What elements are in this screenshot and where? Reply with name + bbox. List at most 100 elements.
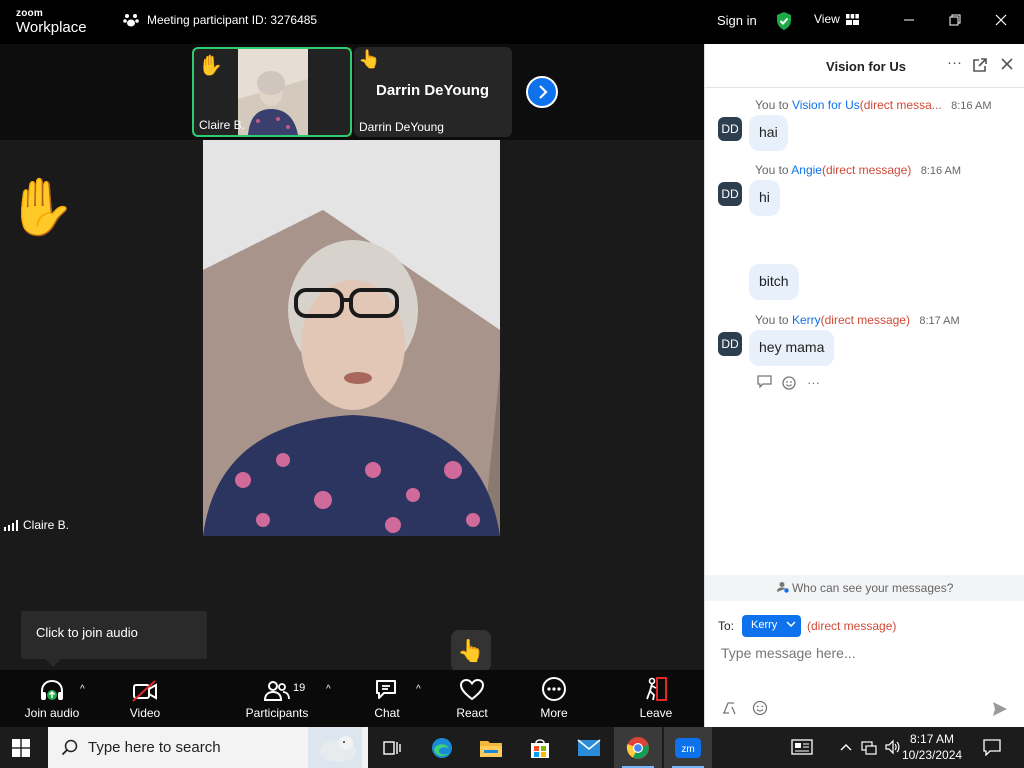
to-label: To: (718, 619, 735, 633)
message-input[interactable] (721, 645, 1001, 661)
search-placeholder: Type here to search (88, 739, 221, 756)
view-menu[interactable]: View (814, 12, 859, 26)
chevron-right-icon (539, 85, 548, 99)
windows-taskbar: Type here to search zm 8:17 AM 10/23/202… (0, 727, 1024, 768)
title-bar: zoom Workplace Meeting participant ID: 3… (0, 0, 1024, 44)
pop-out-icon[interactable] (972, 57, 988, 77)
join-audio-tooltip[interactable]: Click to join audio (21, 611, 207, 667)
logo-bottom: Workplace (16, 19, 87, 36)
participants-options-chevron-icon[interactable]: ^ (326, 684, 331, 695)
participant-name: Darrin DeYoung (359, 120, 444, 134)
news-widget-icon[interactable] (791, 739, 813, 758)
edge-browser-icon[interactable] (418, 727, 466, 768)
close-icon[interactable] (991, 10, 1011, 30)
who-can-see-banner[interactable]: Who can see your messages? (705, 575, 1024, 601)
windows-start-icon[interactable] (12, 739, 30, 762)
participant-strip: ✋ Claire B. 👆 Darrin DeYoung Darrin DeYo… (0, 44, 704, 140)
video-off-icon (120, 670, 170, 702)
add-reaction-icon[interactable] (782, 375, 797, 393)
react-label: React (456, 706, 488, 720)
more-options-icon[interactable]: ··· (947, 54, 962, 71)
format-text-icon[interactable] (721, 700, 737, 719)
leave-button[interactable]: Leave (634, 670, 678, 727)
message-time: 8:17 AM (919, 315, 960, 327)
message-bubble[interactable]: bitch (749, 264, 799, 300)
join-audio-button[interactable]: Join audio (20, 670, 84, 727)
search-highlight-image-icon (308, 727, 362, 768)
sign-in-button[interactable]: Sign in (717, 13, 757, 28)
chevron-down-icon (786, 621, 796, 628)
minimize-icon[interactable] (899, 10, 919, 30)
raised-hand-icon: ✋ (6, 175, 76, 238)
participant-tile[interactable]: 👆 Darrin DeYoung Darrin DeYoung (354, 47, 512, 137)
participants-count: 19 (293, 682, 306, 694)
reply-icon[interactable] (757, 375, 772, 393)
participant-display-name: Darrin DeYoung (376, 82, 490, 99)
leave-label: Leave (639, 706, 673, 720)
mail-icon[interactable] (565, 727, 613, 768)
avatar[interactable]: DD (718, 117, 742, 141)
show-hidden-icons-icon[interactable] (840, 739, 852, 755)
react-button[interactable]: React (450, 670, 494, 727)
emoji-icon[interactable] (752, 700, 768, 719)
participant-name: Claire B. (199, 118, 246, 132)
recipient-name: Kerry (751, 619, 778, 631)
chat-header: Vision for Us ··· (705, 44, 1024, 88)
message-bubble[interactable]: hai (749, 115, 788, 151)
meeting-toolbar: Join audio ^ Video Participants 19 ^ Cha… (0, 670, 704, 727)
main-video (203, 140, 500, 536)
message-prefix: You to (755, 163, 789, 177)
video-button[interactable]: Video (120, 670, 170, 727)
headphones-icon (20, 670, 84, 702)
participants-button[interactable]: Participants (240, 670, 314, 727)
next-page-button[interactable] (526, 76, 558, 108)
message-more-icon[interactable]: ··· (807, 375, 820, 393)
meeting-id[interactable]: Meeting participant ID: 3276485 (123, 12, 317, 28)
clock-time: 8:17 AM (910, 732, 955, 746)
close-chat-icon[interactable] (1000, 57, 1014, 75)
join-audio-label: Join audio (24, 706, 80, 720)
taskbar-search-box[interactable]: Type here to search (48, 727, 368, 768)
video-area: ✋ Claire B. 👆 Darrin DeYoung Darrin DeYo… (0, 44, 704, 670)
message-prefix: You to (755, 313, 789, 327)
send-icon[interactable] (991, 700, 1009, 721)
svg-text:zm: zm (681, 744, 694, 755)
video-label: Video (129, 706, 161, 720)
message-bubble[interactable]: hi (749, 180, 780, 216)
taskbar-clock[interactable]: 8:17 AM 10/23/2024 (902, 731, 962, 763)
message-dm-tag: (direct messa... (859, 98, 942, 112)
message-recipient[interactable]: Angie (791, 163, 822, 177)
chat-button[interactable]: Chat (364, 670, 410, 727)
more-icon (532, 670, 576, 702)
avatar[interactable]: DD (718, 182, 742, 206)
network-icon[interactable] (861, 739, 877, 758)
microsoft-store-icon[interactable] (516, 727, 564, 768)
reaction-pointing-icon: 👆 (451, 630, 491, 672)
volume-icon[interactable] (884, 739, 900, 758)
message-bubble[interactable]: hey mama (749, 330, 835, 366)
notifications-icon[interactable] (983, 739, 1001, 759)
more-button[interactable]: More (532, 670, 576, 727)
paw-icon (123, 14, 139, 27)
chat-label: Chat (374, 706, 400, 720)
participant-video-thumbnail (238, 49, 308, 135)
audio-options-chevron-icon[interactable]: ^ (80, 684, 85, 695)
message-dm-tag: (direct message) (821, 163, 912, 177)
recipient-dropdown[interactable]: Kerry (742, 615, 801, 637)
restore-icon[interactable] (945, 10, 965, 30)
message-recipient[interactable]: Vision for Us (792, 98, 860, 112)
message-prefix: You to (755, 98, 789, 112)
message-actions: ··· (757, 375, 820, 393)
message-meta: You to Kerry(direct message) 8:17 AM (755, 313, 960, 327)
avatar[interactable]: DD (718, 332, 742, 356)
message-recipient[interactable]: Kerry (792, 313, 821, 327)
task-view-icon[interactable] (368, 727, 416, 768)
active-speaker-name: Claire B. (23, 518, 70, 532)
file-explorer-icon[interactable] (467, 727, 515, 768)
encryption-shield-icon[interactable] (775, 11, 793, 36)
participant-tile[interactable]: ✋ Claire B. (192, 47, 352, 137)
zoom-app-icon[interactable]: zm (664, 727, 712, 768)
chat-options-chevron-icon[interactable]: ^ (416, 684, 421, 695)
chrome-icon[interactable] (614, 727, 662, 768)
chat-title: Vision for Us (826, 59, 906, 74)
